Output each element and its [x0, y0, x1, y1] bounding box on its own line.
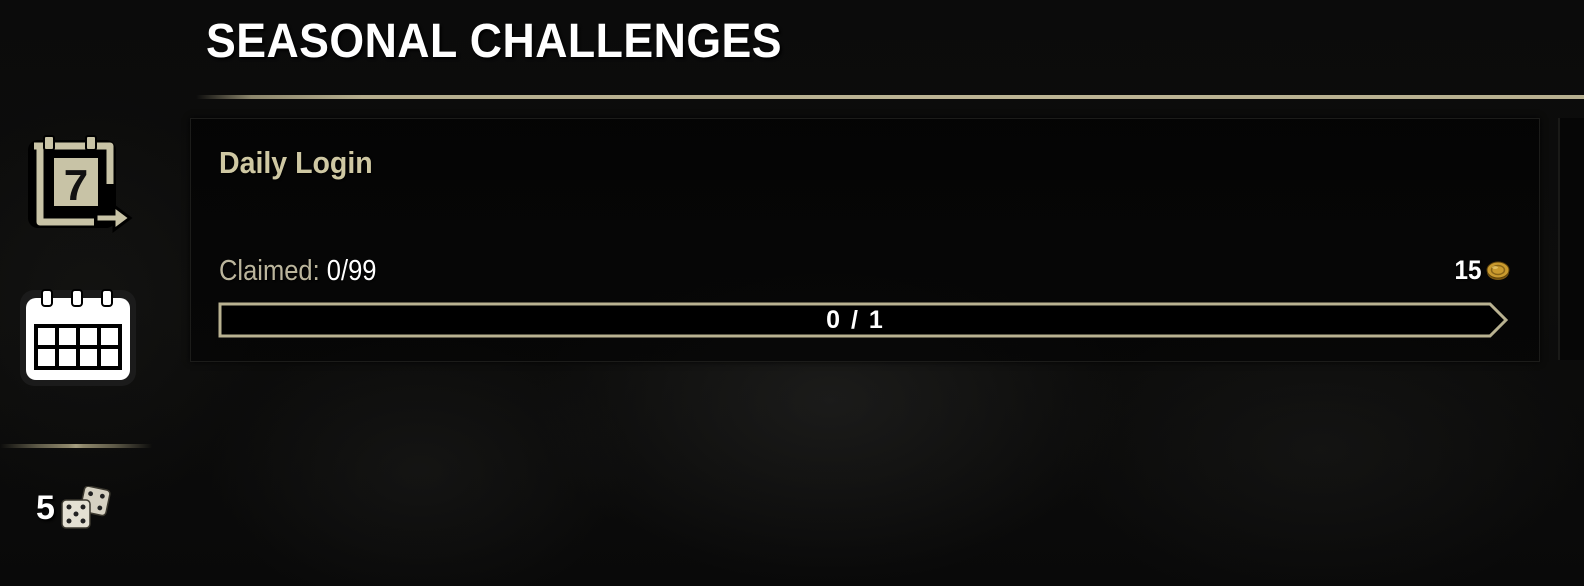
- page-title: SEASONAL CHALLENGES: [206, 15, 782, 68]
- dice-icon: [61, 486, 111, 529]
- reward: 15: [1453, 255, 1511, 286]
- claimed-value: 0/99: [326, 255, 377, 287]
- reward-amount: 15: [1454, 255, 1482, 285]
- next-card-edge: [1558, 118, 1584, 360]
- calendar-grid-icon: [20, 289, 136, 386]
- title-divider: [196, 95, 1584, 99]
- challenge-card-daily-login[interactable]: Daily Login Claimed: 0/99 15 0 / 1: [190, 118, 1540, 362]
- rail-divider: [0, 444, 152, 448]
- progress-bar: 0 / 1: [218, 301, 1510, 339]
- challenge-title: Daily Login: [219, 145, 373, 180]
- sidebar-item-daily-login[interactable]: 7: [20, 126, 140, 246]
- left-rail: 7 5: [0, 0, 160, 586]
- sidebar-item-calendar[interactable]: [16, 286, 140, 390]
- progress-text: 0 / 1: [826, 306, 885, 334]
- seasonal-challenges-screen: 7 5 SEASONAL CHALLENGES Daily Login Clai…: [0, 0, 1584, 586]
- tickets-count: 5: [36, 488, 55, 527]
- claimed-status: Claimed: 0/99: [219, 255, 376, 288]
- calendar-seven-icon: 7: [28, 135, 133, 233]
- claimed-label: Claimed:: [219, 255, 320, 287]
- gold-coin-icon: [1486, 261, 1510, 280]
- tickets-counter: 5: [36, 486, 112, 530]
- daily-login-badge: 7: [64, 161, 88, 210]
